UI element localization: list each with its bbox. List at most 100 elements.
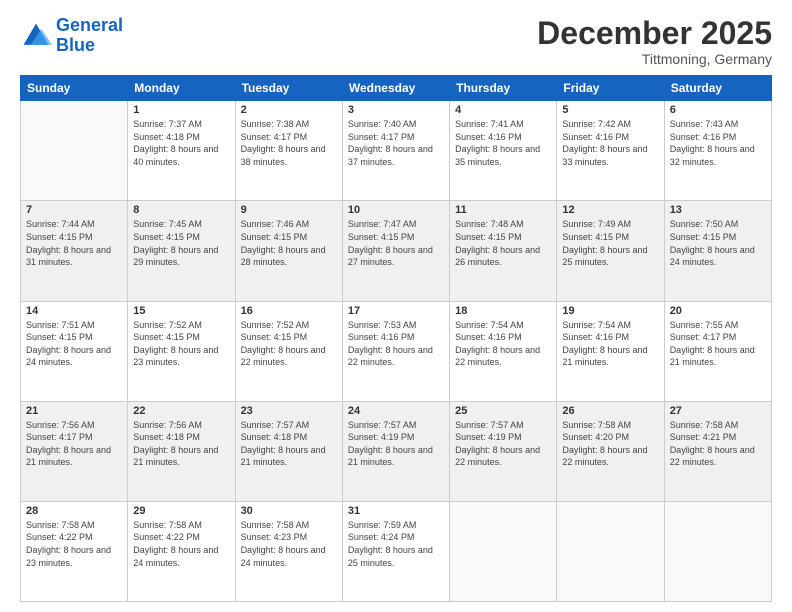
table-row: 2 Sunrise: 7:38 AMSunset: 4:17 PMDaylight…: [235, 101, 342, 201]
day-number: 12: [562, 204, 658, 216]
day-info: Sunrise: 7:58 AMSunset: 4:22 PMDaylight:…: [26, 519, 122, 569]
day-info: Sunrise: 7:53 AMSunset: 4:16 PMDaylight:…: [348, 319, 444, 369]
day-number: 17: [348, 305, 444, 317]
subtitle: Tittmoning, Germany: [537, 51, 772, 67]
day-number: 15: [133, 305, 229, 317]
table-row: 26Sunrise: 7:58 AMSunset: 4:20 PMDayligh…: [557, 401, 664, 501]
day-number: 13: [670, 204, 766, 216]
table-row: 21Sunrise: 7:56 AMSunset: 4:17 PMDayligh…: [21, 401, 128, 501]
table-row: 20Sunrise: 7:55 AMSunset: 4:17 PMDayligh…: [664, 301, 771, 401]
day-number: 6: [670, 104, 766, 116]
page: General Blue December 2025 Tittmoning, G…: [0, 0, 792, 612]
day-info: Sunrise: 7:58 AMSunset: 4:21 PMDaylight:…: [670, 419, 766, 469]
day-info: Sunrise: 7:45 AMSunset: 4:15 PMDaylight:…: [133, 218, 229, 268]
day-info: Sunrise: 7:54 AMSunset: 4:16 PMDaylight:…: [455, 319, 551, 369]
day-number: 25: [455, 405, 551, 417]
table-row: 4 Sunrise: 7:41 AMSunset: 4:16 PMDaylight…: [450, 101, 557, 201]
day-info: Sunrise: 7:37 AMSunset: 4:18 PMDaylight:…: [133, 118, 229, 168]
day-info: Sunrise: 7:58 AMSunset: 4:22 PMDaylight:…: [133, 519, 229, 569]
day-number: 29: [133, 505, 229, 517]
table-row: 17 Sunrise: 7:53 AMSunset: 4:16 PMDayligh…: [342, 301, 449, 401]
table-row: 12 Sunrise: 7:49 AMSunset: 4:15 PMDayligh…: [557, 201, 664, 301]
day-number: 8: [133, 204, 229, 216]
header-wednesday: Wednesday: [342, 76, 449, 101]
table-row: 28 Sunrise: 7:58 AMSunset: 4:22 PMDayligh…: [21, 501, 128, 601]
logo: General Blue: [20, 16, 123, 56]
calendar-week-row: 7Sunrise: 7:44 AMSunset: 4:15 PMDaylight…: [21, 201, 772, 301]
day-info: Sunrise: 7:57 AMSunset: 4:19 PMDaylight:…: [348, 419, 444, 469]
day-info: Sunrise: 7:56 AMSunset: 4:18 PMDaylight:…: [133, 419, 229, 469]
calendar: Sunday Monday Tuesday Wednesday Thursday…: [20, 75, 772, 602]
day-info: Sunrise: 7:57 AMSunset: 4:18 PMDaylight:…: [241, 419, 337, 469]
logo-icon: [20, 20, 52, 52]
day-number: 5: [562, 104, 658, 116]
header-thursday: Thursday: [450, 76, 557, 101]
table-row: 22Sunrise: 7:56 AMSunset: 4:18 PMDayligh…: [128, 401, 235, 501]
header-saturday: Saturday: [664, 76, 771, 101]
day-info: Sunrise: 7:42 AMSunset: 4:16 PMDaylight:…: [562, 118, 658, 168]
day-info: Sunrise: 7:54 AMSunset: 4:16 PMDaylight:…: [562, 319, 658, 369]
day-info: Sunrise: 7:41 AMSunset: 4:16 PMDaylight:…: [455, 118, 551, 168]
month-title: December 2025: [537, 16, 772, 51]
table-row: 24Sunrise: 7:57 AMSunset: 4:19 PMDayligh…: [342, 401, 449, 501]
day-number: 14: [26, 305, 122, 317]
day-number: 18: [455, 305, 551, 317]
day-number: 19: [562, 305, 658, 317]
day-info: Sunrise: 7:38 AMSunset: 4:17 PMDaylight:…: [241, 118, 337, 168]
table-row: 23 Sunrise: 7:57 AMSunset: 4:18 PMDayligh…: [235, 401, 342, 501]
logo-text: General Blue: [56, 16, 123, 56]
logo-line1: General: [56, 15, 123, 35]
day-info: Sunrise: 7:59 AMSunset: 4:24 PMDaylight:…: [348, 519, 444, 569]
day-info: Sunrise: 7:43 AMSunset: 4:16 PMDaylight:…: [670, 118, 766, 168]
calendar-header-row: Sunday Monday Tuesday Wednesday Thursday…: [21, 76, 772, 101]
day-info: Sunrise: 7:55 AMSunset: 4:17 PMDaylight:…: [670, 319, 766, 369]
table-row: [664, 501, 771, 601]
table-row: 7Sunrise: 7:44 AMSunset: 4:15 PMDaylight…: [21, 201, 128, 301]
day-info: Sunrise: 7:40 AMSunset: 4:17 PMDaylight:…: [348, 118, 444, 168]
table-row: [557, 501, 664, 601]
day-number: 28: [26, 505, 122, 517]
day-info: Sunrise: 7:56 AMSunset: 4:17 PMDaylight:…: [26, 419, 122, 469]
calendar-week-row: 21Sunrise: 7:56 AMSunset: 4:17 PMDayligh…: [21, 401, 772, 501]
calendar-week-row: 28 Sunrise: 7:58 AMSunset: 4:22 PMDayligh…: [21, 501, 772, 601]
table-row: 31 Sunrise: 7:59 AMSunset: 4:24 PMDayligh…: [342, 501, 449, 601]
day-number: 31: [348, 505, 444, 517]
table-row: 15Sunrise: 7:52 AMSunset: 4:15 PMDayligh…: [128, 301, 235, 401]
table-row: 5 Sunrise: 7:42 AMSunset: 4:16 PMDaylight…: [557, 101, 664, 201]
table-row: 11Sunrise: 7:48 AMSunset: 4:15 PMDayligh…: [450, 201, 557, 301]
day-info: Sunrise: 7:49 AMSunset: 4:15 PMDaylight:…: [562, 218, 658, 268]
table-row: 14Sunrise: 7:51 AMSunset: 4:15 PMDayligh…: [21, 301, 128, 401]
table-row: 13 Sunrise: 7:50 AMSunset: 4:15 PMDayligh…: [664, 201, 771, 301]
table-row: 1Sunrise: 7:37 AMSunset: 4:18 PMDaylight…: [128, 101, 235, 201]
day-number: 2: [241, 104, 337, 116]
title-section: December 2025 Tittmoning, Germany: [537, 16, 772, 67]
day-info: Sunrise: 7:46 AMSunset: 4:15 PMDaylight:…: [241, 218, 337, 268]
day-info: Sunrise: 7:52 AMSunset: 4:15 PMDaylight:…: [241, 319, 337, 369]
table-row: 10 Sunrise: 7:47 AMSunset: 4:15 PMDayligh…: [342, 201, 449, 301]
day-info: Sunrise: 7:47 AMSunset: 4:15 PMDaylight:…: [348, 218, 444, 268]
logo-line2: Blue: [56, 35, 95, 55]
day-number: 7: [26, 204, 122, 216]
table-row: 25 Sunrise: 7:57 AMSunset: 4:19 PMDayligh…: [450, 401, 557, 501]
day-info: Sunrise: 7:58 AMSunset: 4:23 PMDaylight:…: [241, 519, 337, 569]
day-number: 23: [241, 405, 337, 417]
table-row: 30 Sunrise: 7:58 AMSunset: 4:23 PMDayligh…: [235, 501, 342, 601]
table-row: 9 Sunrise: 7:46 AMSunset: 4:15 PMDaylight…: [235, 201, 342, 301]
day-number: 9: [241, 204, 337, 216]
day-number: 27: [670, 405, 766, 417]
header-sunday: Sunday: [21, 76, 128, 101]
day-info: Sunrise: 7:57 AMSunset: 4:19 PMDaylight:…: [455, 419, 551, 469]
table-row: 8 Sunrise: 7:45 AMSunset: 4:15 PMDaylight…: [128, 201, 235, 301]
table-row: 16 Sunrise: 7:52 AMSunset: 4:15 PMDayligh…: [235, 301, 342, 401]
day-number: 3: [348, 104, 444, 116]
day-info: Sunrise: 7:58 AMSunset: 4:20 PMDaylight:…: [562, 419, 658, 469]
day-info: Sunrise: 7:50 AMSunset: 4:15 PMDaylight:…: [670, 218, 766, 268]
table-row: [450, 501, 557, 601]
day-number: 16: [241, 305, 337, 317]
header-tuesday: Tuesday: [235, 76, 342, 101]
day-number: 30: [241, 505, 337, 517]
table-row: 27 Sunrise: 7:58 AMSunset: 4:21 PMDayligh…: [664, 401, 771, 501]
table-row: 29 Sunrise: 7:58 AMSunset: 4:22 PMDayligh…: [128, 501, 235, 601]
day-number: 4: [455, 104, 551, 116]
day-number: 10: [348, 204, 444, 216]
